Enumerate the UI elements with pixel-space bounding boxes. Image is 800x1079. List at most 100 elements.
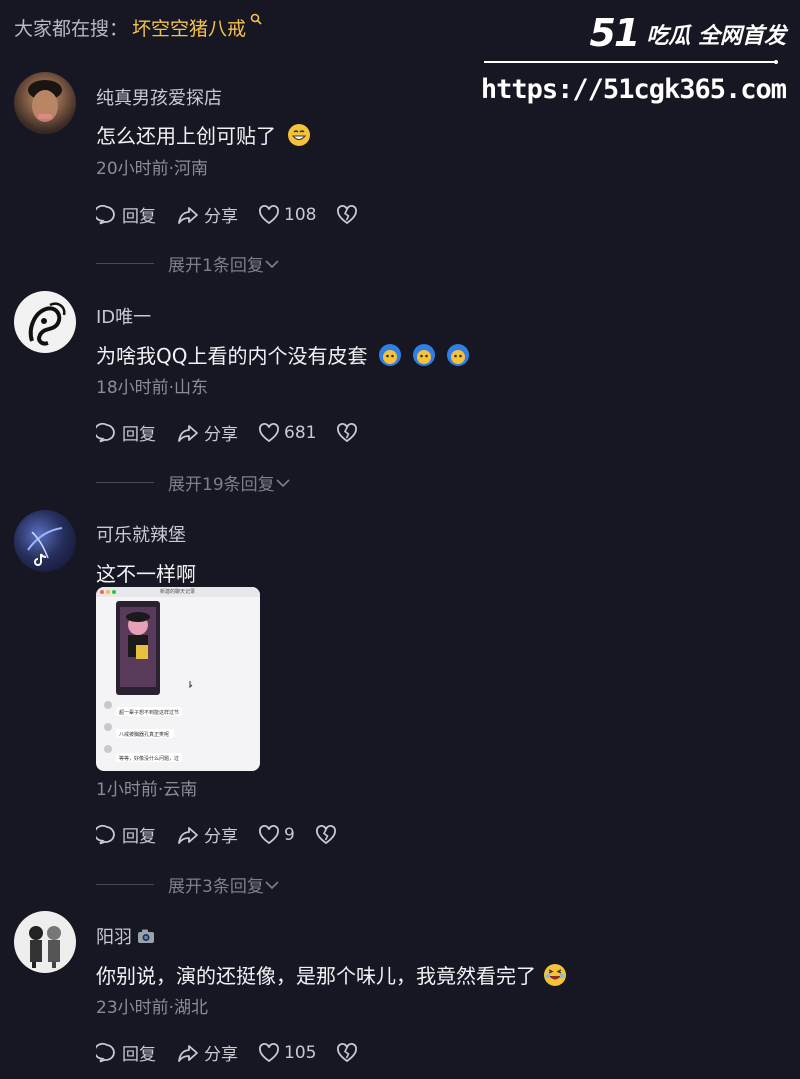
expand-replies-button[interactable]: 展开3条回复 [96, 872, 280, 897]
comment-actions: 回复 分享 108 [96, 202, 382, 227]
broken-heart-icon [337, 204, 358, 224]
broken-heart-icon [315, 824, 336, 844]
avatar[interactable] [14, 510, 76, 572]
comment-username[interactable]: 可乐就辣堡 [96, 521, 186, 547]
avatar[interactable] [14, 911, 76, 973]
comment-meta: 23小时前·湖北 [96, 998, 209, 1018]
watermark-divider [484, 60, 778, 64]
comment-actions: 回复 分享 105 [96, 1040, 382, 1065]
avatar[interactable] [14, 291, 76, 353]
share-label: 分享 [204, 827, 238, 847]
emoji-icon [447, 343, 470, 366]
comment-text-row: 怎么还用上创可贴了 [96, 120, 310, 149]
like-button[interactable]: 9 [258, 824, 295, 846]
chat-message: 超一辈子想不到能这样过节 [119, 710, 180, 716]
expand-replies-button[interactable]: 展开1条回复 [96, 251, 280, 276]
share-label: 分享 [204, 1045, 238, 1065]
emoji-icon [379, 343, 402, 366]
reply-icon [96, 204, 115, 224]
comment-meta: 1小时前·云南 [96, 780, 198, 800]
like-count: 108 [284, 204, 317, 225]
comment-actions: 回复 分享 9 [96, 822, 361, 847]
avatar-image [28, 80, 62, 122]
expand-replies-label: 展开19条回复 [168, 475, 275, 495]
expand-replies-button[interactable]: 展开19条回复 [96, 470, 291, 495]
share-label: 分享 [204, 425, 238, 445]
reply-label: 回复 [122, 1045, 156, 1065]
search-term-link[interactable]: 坏空空猪八戒 [132, 14, 246, 41]
share-icon [178, 1044, 198, 1062]
expand-replies-label: 展开1条回复 [168, 256, 264, 276]
heart-icon [259, 422, 279, 442]
comment-text-row: 你别说，演的还挺像，是那个味儿，我竟然看完了 [96, 960, 566, 989]
broken-heart-icon [337, 1042, 358, 1062]
camera-icon [138, 929, 154, 943]
divider-line [96, 482, 154, 483]
divider-line [96, 884, 154, 885]
comment-image[interactable]: 新建的聊天记录 超一辈子想不到能这样过节 八戒被胸器孔真正笑呢 等等，好像没什么… [96, 587, 260, 771]
grin-emoji-icon [288, 123, 310, 146]
like-count: 9 [284, 824, 295, 845]
watermark-slogan: 吃瓜 全网首发 [646, 24, 786, 49]
chat-message: 八戒被胸器孔真正笑呢 [119, 732, 170, 738]
reply-label: 回复 [122, 207, 156, 227]
expand-replies-label: 展开3条回复 [168, 877, 264, 897]
heart-icon [259, 824, 279, 844]
share-icon [178, 826, 198, 844]
reply-icon [96, 1042, 115, 1062]
reply-button[interactable]: 回复 [96, 822, 156, 847]
watermark: 51 吃瓜 全网首发 https://51cgk365.com [481, 8, 792, 108]
chat-window-title: 新建的聊天记录 [160, 589, 196, 595]
share-button[interactable]: 分享 [176, 822, 238, 847]
like-button[interactable]: 105 [258, 1042, 316, 1064]
chevron-down-icon [276, 478, 290, 487]
comment-username[interactable]: 纯真男孩爱探店 [96, 84, 222, 110]
like-button[interactable]: 681 [258, 422, 316, 444]
emoji-icon [413, 343, 436, 366]
avatar[interactable] [14, 72, 76, 134]
comment-text: 这不一样啊 [96, 562, 196, 586]
like-count: 105 [284, 1042, 317, 1063]
comment-text: 为啥我QQ上看的内个没有皮套 [96, 344, 368, 368]
comment-meta: 20小时前·河南 [96, 159, 209, 179]
reply-button[interactable]: 回复 [96, 1040, 156, 1065]
search-prefix: 大家都在搜： [14, 17, 129, 40]
reply-icon [96, 422, 115, 442]
reply-button[interactable]: 回复 [96, 420, 156, 445]
watermark-logo-number: 51 [589, 11, 640, 55]
heart-icon [259, 204, 279, 224]
like-count: 681 [284, 422, 317, 443]
comment-text: 你别说，演的还挺像，是那个味儿，我竟然看完了 [96, 964, 536, 988]
heart-icon [259, 1042, 279, 1062]
chat-message: 等等，好像没什么问题，过 [119, 756, 180, 762]
reply-icon [96, 824, 115, 844]
chat-screenshot [96, 587, 260, 762]
share-icon [178, 206, 198, 224]
divider-line [96, 263, 154, 264]
comment-text-row: 为啥我QQ上看的内个没有皮套 [96, 340, 470, 369]
dislike-button[interactable] [336, 204, 362, 226]
comment-username[interactable]: ID唯一 [96, 303, 151, 329]
comment-username-row[interactable]: 阳羽 [96, 923, 156, 949]
comment-actions: 回复 分享 681 [96, 420, 382, 445]
reply-label: 回复 [122, 425, 156, 445]
like-button[interactable]: 108 [258, 204, 316, 226]
laughing-emoji-icon [544, 963, 566, 986]
share-button[interactable]: 分享 [176, 202, 238, 227]
broken-heart-icon [337, 422, 358, 442]
dislike-button[interactable] [315, 824, 341, 846]
avatar-image [27, 527, 63, 566]
avatar-image [28, 302, 66, 346]
search-suggestion-bar[interactable]: 大家都在搜： 坏空空猪八戒 [14, 12, 262, 42]
reply-button[interactable]: 回复 [96, 202, 156, 227]
chevron-down-icon [265, 880, 279, 889]
share-icon [178, 424, 198, 442]
share-button[interactable]: 分享 [176, 1040, 238, 1065]
avatar-image [29, 926, 61, 968]
chevron-down-icon [265, 259, 279, 268]
search-icon [250, 13, 262, 25]
comment-text-row: 这不一样啊 [96, 558, 196, 587]
dislike-button[interactable] [336, 422, 362, 444]
dislike-button[interactable] [336, 1042, 362, 1064]
share-button[interactable]: 分享 [176, 420, 238, 445]
